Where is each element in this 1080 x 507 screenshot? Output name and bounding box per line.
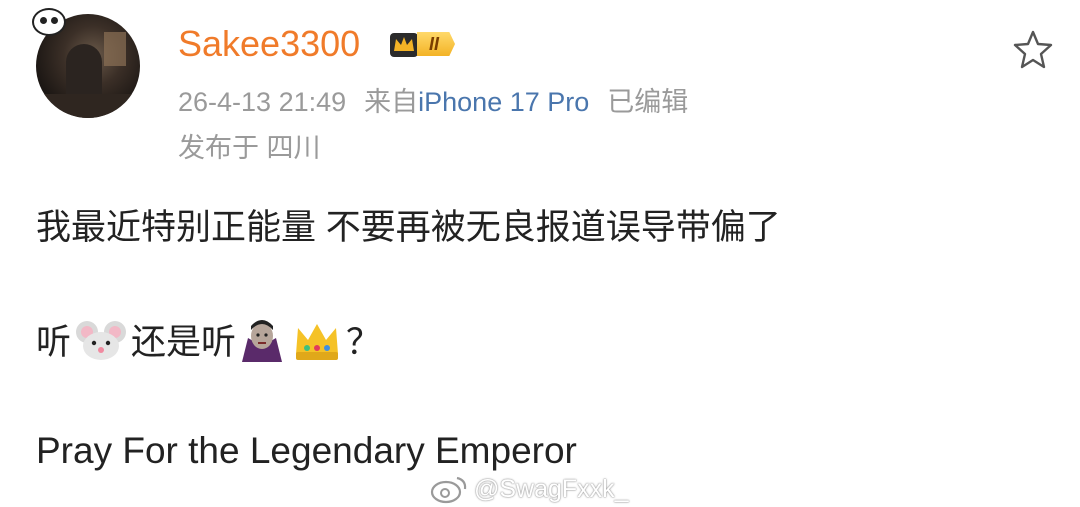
mouse-face-emoji <box>76 320 127 360</box>
post-text-or-listen: 还是听 <box>131 323 237 362</box>
vip-badge[interactable]: II <box>387 28 456 60</box>
post-text-line-1: 我最近特别正能量 不要再被无良报道误导带偏了 <box>36 208 781 247</box>
watermark: @SwagFxxk_ <box>430 474 629 504</box>
username[interactable]: Sakee3300 <box>178 22 360 66</box>
edited-label[interactable]: 已编辑 <box>607 87 688 117</box>
post-text-question-mark: ？ <box>346 323 382 362</box>
watermark-text: @SwagFxxk_ <box>474 474 629 503</box>
panda-badge-icon <box>32 8 66 36</box>
crown-icon <box>390 33 418 57</box>
device-link[interactable]: iPhone 17 Pro <box>418 87 589 117</box>
post-text-line-2: 听 还是听 ？ <box>36 314 381 365</box>
crown-emoji <box>296 323 339 360</box>
avatar[interactable] <box>32 8 144 120</box>
star-outline-icon[interactable] <box>1012 28 1054 70</box>
post-meta: 26-4-13 21:49 来自iPhone 17 Pro 已编辑 <box>178 80 688 119</box>
source-prefix: 来自 <box>364 87 419 117</box>
vip-level: II <box>417 32 456 56</box>
location: 发布于 四川 <box>178 133 321 163</box>
post-text-listen: 听 <box>36 323 72 362</box>
post-text-line-3: Pray For the Legendary Emperor <box>36 430 577 471</box>
vampire-emoji <box>242 319 283 362</box>
timestamp: 26-4-13 21:49 <box>178 87 347 117</box>
weibo-logo-icon <box>430 476 467 504</box>
